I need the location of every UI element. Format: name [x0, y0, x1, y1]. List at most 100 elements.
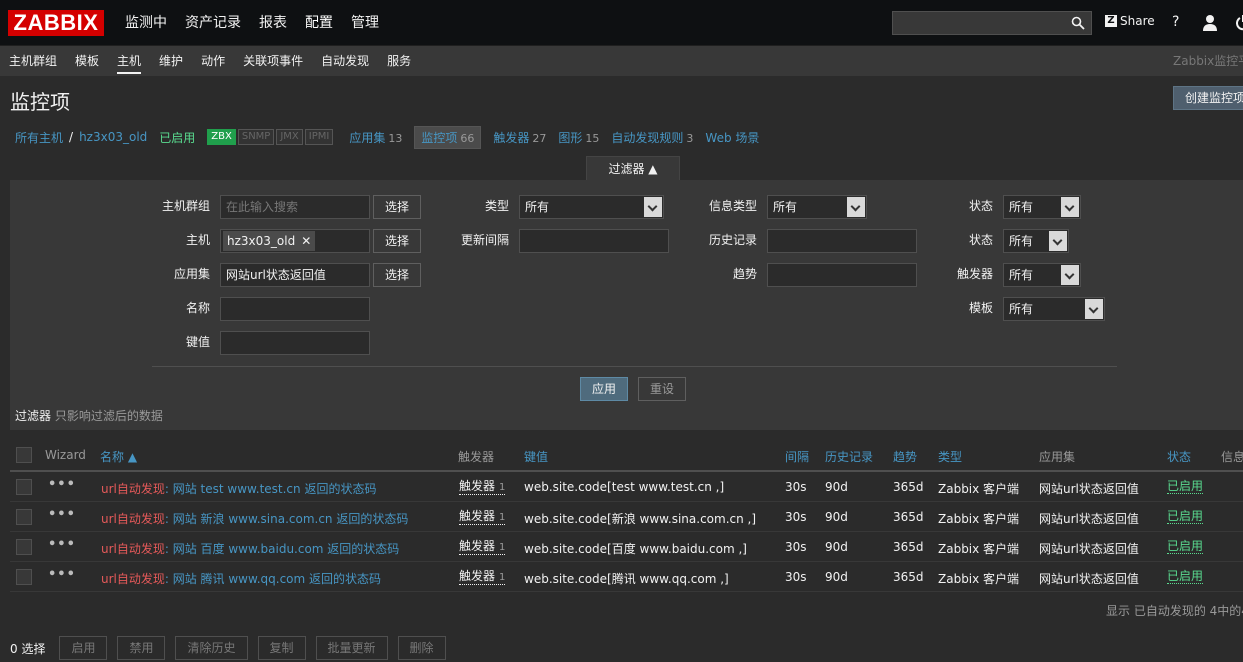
- discovery-rule-link[interactable]: url自动发现: [101, 512, 165, 526]
- host-link[interactable]: hz3x03_old: [79, 130, 147, 144]
- row-checkbox[interactable]: [16, 479, 32, 495]
- interval-label: 更新间隔: [460, 233, 509, 247]
- status-select[interactable]: 所有: [1003, 229, 1069, 253]
- info-type-select[interactable]: 所有: [767, 195, 867, 219]
- wizard-menu-icon[interactable]: •••: [48, 477, 76, 492]
- main-menu-inventory[interactable]: 资产记录: [176, 0, 250, 46]
- share-link[interactable]: Z Share: [1105, 14, 1155, 28]
- sub-menu-discovery[interactable]: 自动发现: [312, 46, 378, 76]
- triggers-select[interactable]: 所有: [1003, 263, 1081, 287]
- disable-button[interactable]: 禁用: [117, 636, 166, 660]
- item-status[interactable]: 已启用: [1167, 540, 1204, 554]
- search-icon[interactable]: [1071, 16, 1085, 30]
- item-trends: 365d: [893, 510, 924, 524]
- wizard-menu-icon[interactable]: •••: [48, 537, 76, 552]
- col-name[interactable]: 名称 ▲: [100, 448, 137, 465]
- create-item-button[interactable]: 创建监控项: [1173, 86, 1243, 110]
- discovery-rule-link[interactable]: url自动发现: [101, 542, 165, 556]
- wizard-menu-icon[interactable]: •••: [48, 567, 76, 582]
- clear-history-button[interactable]: 清除历史: [175, 636, 248, 660]
- item-name-link[interactable]: : 网站 新浪 www.sina.com.cn 返回的状态码: [165, 512, 408, 526]
- item-name[interactable]: url自动发现: 网站 腾讯 www.qq.com 返回的状态码: [101, 570, 381, 587]
- trigger-link[interactable]: 触发器: [459, 569, 495, 583]
- filter-apply-button[interactable]: 应用: [580, 377, 628, 401]
- discovery-rule-link[interactable]: url自动发现: [101, 572, 165, 586]
- application-select-button[interactable]: 选择: [373, 263, 421, 287]
- key-input[interactable]: [220, 331, 370, 355]
- discovery-rule-link[interactable]: url自动发现: [101, 482, 165, 496]
- item-status[interactable]: 已启用: [1167, 480, 1204, 494]
- user-profile-icon[interactable]: [1202, 14, 1218, 32]
- template-select[interactable]: 所有: [1003, 297, 1105, 321]
- tab-items[interactable]: 监控项 66: [414, 125, 482, 149]
- col-history[interactable]: 历史记录: [825, 448, 873, 465]
- delete-button[interactable]: 删除: [397, 636, 446, 660]
- item-name-link[interactable]: : 网站 百度 www.baidu.com 返回的状态码: [165, 542, 399, 556]
- sub-menu-hosts[interactable]: 主机: [108, 46, 150, 76]
- filter-toggle-tab[interactable]: 过滤器 ▲: [586, 156, 680, 180]
- mass-update-button[interactable]: 批量更新: [315, 636, 388, 660]
- main-menu-administration[interactable]: 管理: [342, 0, 388, 46]
- name-input[interactable]: [220, 297, 370, 321]
- enable-button[interactable]: 启用: [59, 636, 108, 660]
- main-menu-monitoring[interactable]: 监测中: [116, 0, 176, 46]
- tab-web-scenarios[interactable]: Web 场景: [705, 129, 759, 146]
- sub-menu-maintenance[interactable]: 维护: [150, 46, 192, 76]
- item-status[interactable]: 已启用: [1167, 510, 1204, 524]
- jmx-badge: JMX: [276, 129, 303, 145]
- main-menu-configuration[interactable]: 配置: [296, 0, 342, 46]
- trends-label: 趋势: [732, 267, 757, 281]
- remove-chip-icon[interactable]: ✕: [301, 234, 311, 248]
- col-info: 信息: [1221, 450, 1243, 464]
- sub-menu-host-groups[interactable]: 主机群组: [0, 46, 66, 76]
- item-name-link[interactable]: : 网站 test www.test.cn 返回的状态码: [165, 482, 377, 496]
- item-key: web.site.code[百度 www.baidu.com ,]: [524, 542, 747, 556]
- host-multiselect[interactable]: hz3x03_old ✕: [220, 229, 370, 253]
- state-select[interactable]: 所有: [1003, 195, 1081, 219]
- sub-menu-services[interactable]: 服务: [378, 46, 420, 76]
- item-name[interactable]: url自动发现: 网站 新浪 www.sina.com.cn 返回的状态码: [101, 510, 408, 527]
- select-all-checkbox[interactable]: [16, 447, 32, 463]
- col-key[interactable]: 键值: [524, 448, 548, 465]
- item-triggers[interactable]: 触发器 1: [459, 539, 506, 555]
- col-type[interactable]: 类型: [938, 448, 962, 465]
- item-triggers[interactable]: 触发器 1: [459, 479, 506, 495]
- trigger-link[interactable]: 触发器: [459, 479, 495, 493]
- interval-input[interactable]: [519, 229, 669, 253]
- tab-applications[interactable]: 应用集 13: [349, 129, 402, 146]
- type-select[interactable]: 所有: [519, 195, 664, 219]
- item-status[interactable]: 已启用: [1167, 570, 1204, 584]
- item-triggers[interactable]: 触发器 1: [459, 569, 506, 585]
- sub-menu-actions[interactable]: 动作: [192, 46, 234, 76]
- host-navigation: 所有主机 / hz3x03_old 已启用 ZBX SNMP JMX IPMI …: [15, 125, 771, 149]
- tab-triggers[interactable]: 触发器 27: [493, 129, 546, 146]
- item-name[interactable]: url自动发现: 网站 百度 www.baidu.com 返回的状态码: [101, 540, 399, 557]
- item-triggers[interactable]: 触发器 1: [459, 509, 506, 525]
- global-search-input[interactable]: [892, 11, 1092, 35]
- sign-out-icon[interactable]: [1236, 14, 1243, 32]
- filter-reset-button[interactable]: 重设: [638, 377, 686, 401]
- row-checkbox[interactable]: [16, 569, 32, 585]
- row-checkbox[interactable]: [16, 509, 32, 525]
- trigger-link[interactable]: 触发器: [459, 539, 495, 553]
- item-name[interactable]: url自动发现: 网站 test www.test.cn 返回的状态码: [101, 480, 376, 497]
- host-group-input[interactable]: 在此输入搜索: [220, 195, 370, 219]
- help-icon[interactable]: ?: [1172, 14, 1179, 30]
- col-trends[interactable]: 趋势: [893, 448, 917, 465]
- all-hosts-link[interactable]: 所有主机: [15, 129, 63, 146]
- col-status[interactable]: 状态: [1167, 448, 1191, 465]
- tab-graphs[interactable]: 图形 15: [558, 129, 599, 146]
- item-name-link[interactable]: : 网站 腾讯 www.qq.com 返回的状态码: [165, 572, 381, 586]
- tab-discovery-rules[interactable]: 自动发现规则 3: [611, 129, 693, 146]
- main-menu-reports[interactable]: 报表: [250, 0, 296, 46]
- col-interval[interactable]: 间隔: [785, 448, 809, 465]
- zabbix-logo[interactable]: ZABBIX: [8, 10, 104, 36]
- sub-menu-templates[interactable]: 模板: [66, 46, 108, 76]
- sub-menu-correlation[interactable]: 关联项事件: [234, 46, 312, 76]
- application-input[interactable]: 网站url状态返回值: [220, 263, 370, 287]
- filter-note-title: 过滤器: [15, 409, 52, 423]
- trigger-link[interactable]: 触发器: [459, 509, 495, 523]
- copy-button[interactable]: 复制: [257, 636, 306, 660]
- wizard-menu-icon[interactable]: •••: [48, 507, 76, 522]
- row-checkbox[interactable]: [16, 539, 32, 555]
